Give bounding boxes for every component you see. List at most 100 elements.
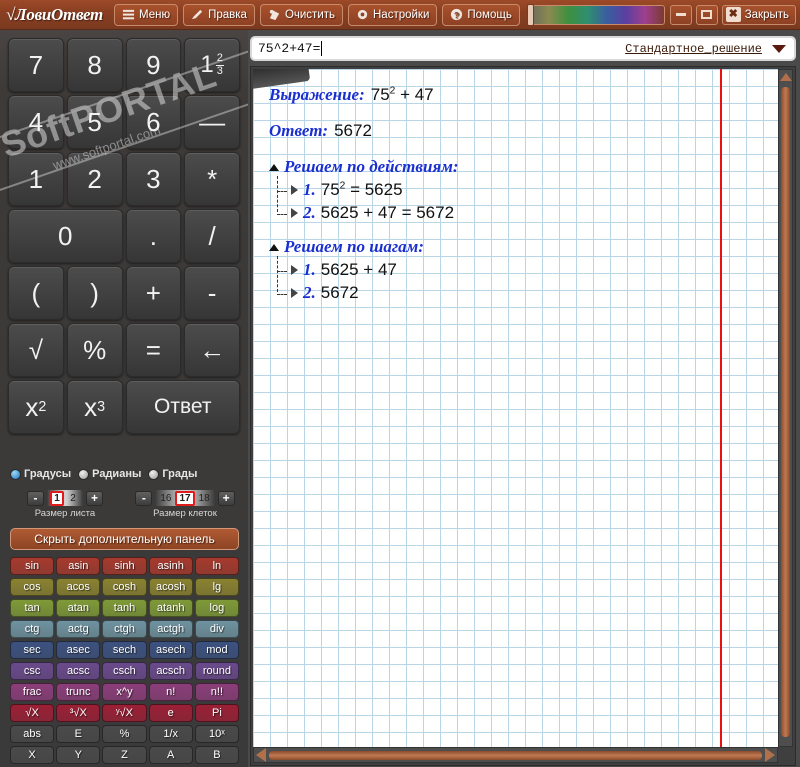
toolbar-button-настройки[interactable]: Настройки [348, 3, 438, 26]
func-button-frac[interactable]: frac [10, 683, 55, 701]
radio-icon[interactable] [78, 468, 90, 480]
color-slider-knob[interactable] [526, 3, 534, 26]
scroll-right-icon[interactable] [765, 748, 775, 762]
func-button-10[interactable]: 10ˣ [194, 725, 239, 743]
vertical-scrollbar[interactable] [778, 69, 793, 747]
func-button-trunc[interactable]: trunc [56, 683, 101, 701]
expression-input[interactable]: 75^2+47= [258, 41, 320, 56]
func-button-log[interactable]: log [194, 599, 239, 617]
key-8[interactable]: 8 [66, 38, 123, 92]
color-slider[interactable] [526, 3, 665, 26]
radio-icon[interactable] [10, 468, 21, 480]
key-0[interactable]: 0 [8, 209, 123, 263]
key-mixed-fraction[interactable]: 123 [184, 38, 240, 92]
func-button-cosh[interactable]: cosh [102, 578, 147, 596]
key-multiply[interactable]: * [184, 152, 240, 206]
toolbar-button-меню[interactable]: Меню [113, 3, 179, 26]
func-button-x[interactable]: ʸ√X [102, 704, 147, 722]
key-equals[interactable]: = [125, 323, 182, 377]
section-header[interactable]: Решаем по шагам: [269, 237, 709, 257]
hide-extra-panel-button[interactable]: Скрыть дополнительную панель [10, 528, 239, 550]
key-minus[interactable]: - [184, 266, 240, 320]
func-button-atan[interactable]: atan [56, 599, 101, 617]
key-sqrt[interactable]: √ [8, 323, 64, 377]
spinner-value[interactable]: 16 [158, 493, 173, 504]
func-button-round[interactable]: round [194, 662, 239, 680]
spinner-increment-cell-size[interactable]: + [217, 490, 235, 506]
func-button-acsc[interactable]: acsc [56, 662, 101, 680]
func-button-ctgh[interactable]: ctgh [102, 620, 147, 638]
key-2[interactable]: 2 [66, 152, 123, 206]
func-button-asin[interactable]: asin [56, 557, 101, 575]
func-button-a[interactable]: A [148, 746, 193, 764]
spinner-increment-sheet-size[interactable]: + [86, 490, 103, 506]
spinner-values[interactable]: 16 17 18 [155, 490, 215, 506]
angle-mode-1[interactable]: Радианы [78, 468, 141, 480]
func-button-x[interactable]: ³√X [56, 704, 101, 722]
func-button-x[interactable]: X [10, 746, 55, 764]
func-button-tan[interactable]: tan [10, 599, 55, 617]
section-header[interactable]: Решаем по действиям: [269, 157, 709, 177]
func-button-asec[interactable]: asec [56, 641, 101, 659]
key-3[interactable]: 3 [125, 152, 182, 206]
spinner-decrement-cell-size[interactable]: - [135, 490, 153, 506]
key-paren-open[interactable]: ( [8, 266, 64, 320]
func-button-abs[interactable]: abs [10, 725, 55, 743]
func-button-e[interactable]: e [148, 704, 193, 722]
key-square[interactable]: x2 [8, 380, 64, 434]
func-button-asech[interactable]: asech [148, 641, 193, 659]
func-button-acosh[interactable]: acosh [148, 578, 193, 596]
func-button-acsch[interactable]: acsch [148, 662, 193, 680]
spinner-value[interactable]: 2 [66, 493, 80, 504]
key-divide[interactable]: / [184, 209, 240, 263]
maximize-button[interactable] [695, 4, 718, 25]
key-6[interactable]: 6 [125, 95, 182, 149]
spinner-value[interactable]: 18 [197, 493, 212, 504]
scroll-up-icon[interactable] [779, 73, 792, 81]
key-percent[interactable]: % [66, 323, 123, 377]
key-backspace[interactable]: ← [184, 323, 240, 377]
radio-icon[interactable] [148, 468, 160, 480]
func-button-[interactable]: % [102, 725, 147, 743]
func-button-sech[interactable]: sech [102, 641, 147, 659]
func-button-sin[interactable]: sin [10, 557, 55, 575]
func-button-actgh[interactable]: actgh [148, 620, 193, 638]
func-button-ln[interactable]: ln [194, 557, 239, 575]
func-button-n[interactable]: n! [148, 683, 193, 701]
func-button-e[interactable]: E [56, 725, 101, 743]
func-button-sinh[interactable]: sinh [102, 557, 147, 575]
spinner-decrement-sheet-size[interactable]: - [27, 490, 44, 506]
vertical-scroll-thumb[interactable] [781, 87, 790, 737]
horizontal-scrollbar[interactable] [253, 747, 778, 763]
func-button-n[interactable]: n!! [194, 683, 239, 701]
func-button-tanh[interactable]: tanh [102, 599, 147, 617]
key-cube[interactable]: x3 [66, 380, 123, 434]
key-plus[interactable]: + [125, 266, 182, 320]
func-button-sec[interactable]: sec [10, 641, 55, 659]
collapse-triangle-icon[interactable] [269, 243, 279, 251]
func-button-acos[interactable]: acos [56, 578, 101, 596]
func-button-y[interactable]: Y [56, 746, 101, 764]
scroll-left-icon[interactable] [256, 748, 266, 762]
func-button-ctg[interactable]: ctg [10, 620, 55, 638]
func-button-x[interactable]: √X [10, 704, 55, 722]
func-button-b[interactable]: B [194, 746, 239, 764]
angle-mode-2[interactable]: Грады [148, 468, 197, 480]
solution-mode-select[interactable]: Стандартное_решение [625, 42, 788, 56]
func-button-csch[interactable]: csch [102, 662, 147, 680]
toolbar-button-очистить[interactable]: Очистить [259, 3, 343, 26]
func-button-asinh[interactable]: asinh [148, 557, 193, 575]
key-paren-close[interactable]: ) [66, 266, 123, 320]
key-1[interactable]: 1 [8, 152, 64, 206]
func-button-atanh[interactable]: atanh [148, 599, 193, 617]
spinner-value[interactable]: 1 [50, 490, 64, 506]
func-button-pi[interactable]: Pi [194, 704, 239, 722]
func-button-cos[interactable]: cos [10, 578, 55, 596]
func-button-z[interactable]: Z [102, 746, 147, 764]
spinner-value[interactable]: 17 [175, 490, 195, 506]
close-button[interactable]: ✖ Закрыть [721, 4, 796, 25]
collapse-triangle-icon[interactable] [269, 163, 279, 171]
key-5[interactable]: 5 [66, 95, 123, 149]
expression-input-bar[interactable]: 75^2+47= Стандартное_решение [250, 36, 796, 61]
func-button-lg[interactable]: lg [194, 578, 239, 596]
